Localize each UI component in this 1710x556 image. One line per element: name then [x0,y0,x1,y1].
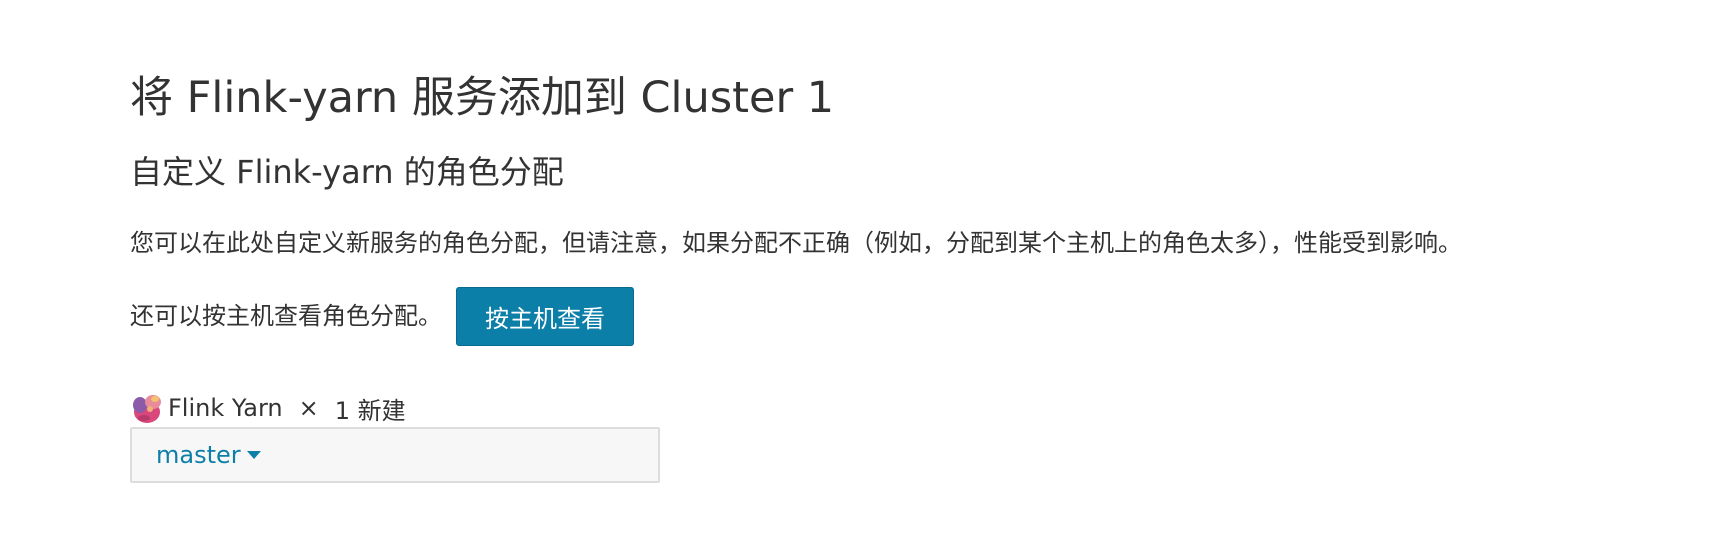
role-name: Flink Yarn [168,394,283,422]
role-multiplier-sign: × [298,394,319,422]
role-assignment-description: 您可以在此处自定义新服务的角色分配，但请注意，如果分配不正确（例如，分配到某个主… [130,229,1462,257]
role-count-label: 1 新建 [334,396,406,425]
role-header: Flink Yarn × 1 新建 [130,390,406,426]
view-by-host-row: 还可以按主机查看角色分配。 按主机查看 [130,286,634,346]
view-by-host-text: 还可以按主机查看角色分配。 [130,302,442,330]
view-by-host-button[interactable]: 按主机查看 [456,286,634,346]
role-assignment-box: master [130,427,660,483]
squirrel-mascot-icon [130,391,164,425]
caret-down-icon [246,451,261,459]
host-assignment-dropdown[interactable]: master [156,441,261,469]
host-assignment-value: master [156,441,241,469]
add-service-wizard-page: 将 Flink-yarn 服务添加到 Cluster 1 自定义 Flink-y… [0,0,1710,556]
page-title: 将 Flink-yarn 服务添加到 Cluster 1 [130,73,835,123]
page-subtitle: 自定义 Flink-yarn 的角色分配 [130,153,564,191]
